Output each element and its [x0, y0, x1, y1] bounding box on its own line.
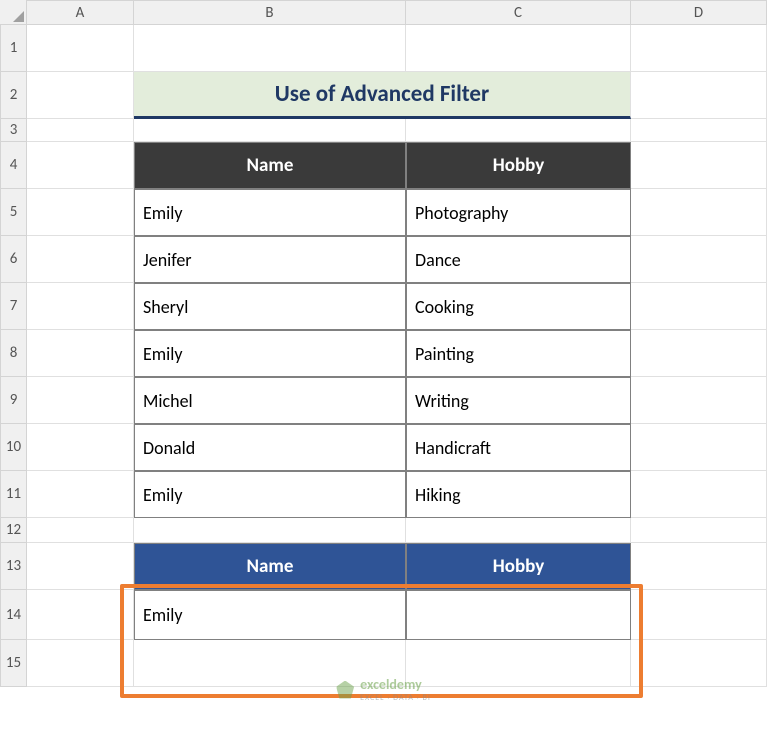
- cell-D2[interactable]: [631, 72, 767, 119]
- table1-header-hobby[interactable]: Hobby: [406, 142, 631, 189]
- cell-A1[interactable]: [27, 25, 134, 72]
- table-row-10-hobby[interactable]: Handicraft: [406, 424, 631, 471]
- page-title[interactable]: Use of Advanced Filter: [134, 72, 631, 119]
- table-row-6-name[interactable]: Jenifer: [134, 236, 406, 283]
- cell-D4[interactable]: [631, 142, 767, 189]
- cell-D8[interactable]: [631, 330, 767, 377]
- table-row-6-hobby[interactable]: Dance: [406, 236, 631, 283]
- cell-B3[interactable]: [134, 119, 406, 142]
- cell-A6[interactable]: [27, 236, 134, 283]
- cell-A11[interactable]: [27, 471, 134, 518]
- cell-D10[interactable]: [631, 424, 767, 471]
- table-row-8-name[interactable]: Emily: [134, 330, 406, 377]
- spreadsheet-grid: A B C D 1 2 3 4 5 6 7 8 9 10 11 12 13 14…: [0, 0, 767, 687]
- col-A[interactable]: A: [27, 0, 134, 25]
- table-row-8-hobby[interactable]: Painting: [406, 330, 631, 377]
- table-row-5-name[interactable]: Emily: [134, 189, 406, 236]
- cell-A3[interactable]: [27, 119, 134, 142]
- cell-A10[interactable]: [27, 424, 134, 471]
- table2-header-hobby[interactable]: Hobby: [406, 543, 631, 590]
- row-14[interactable]: 14: [0, 590, 27, 640]
- table-row-11-hobby[interactable]: Hiking: [406, 471, 631, 518]
- cell-A4[interactable]: [27, 142, 134, 189]
- cell-D1[interactable]: [631, 25, 767, 72]
- cell-A14[interactable]: [27, 590, 134, 640]
- cell-B12[interactable]: [134, 518, 406, 543]
- cell-B15[interactable]: [134, 640, 406, 687]
- cell-C1[interactable]: [406, 25, 631, 72]
- cell-D13[interactable]: [631, 543, 767, 590]
- table-row-9-hobby[interactable]: Writing: [406, 377, 631, 424]
- cell-D15[interactable]: [631, 640, 767, 687]
- row-9[interactable]: 9: [0, 377, 27, 424]
- table2-header-name[interactable]: Name: [134, 543, 406, 590]
- cell-D11[interactable]: [631, 471, 767, 518]
- row-10[interactable]: 10: [0, 424, 27, 471]
- row-7[interactable]: 7: [0, 283, 27, 330]
- cell-D7[interactable]: [631, 283, 767, 330]
- cell-D5[interactable]: [631, 189, 767, 236]
- cell-A5[interactable]: [27, 189, 134, 236]
- cell-C12[interactable]: [406, 518, 631, 543]
- cell-A7[interactable]: [27, 283, 134, 330]
- cell-D3[interactable]: [631, 119, 767, 142]
- row-2[interactable]: 2: [0, 72, 27, 119]
- col-C[interactable]: C: [406, 0, 631, 25]
- row-12[interactable]: 12: [0, 518, 27, 543]
- filter-row-hobby[interactable]: [406, 590, 631, 640]
- table-row-7-hobby[interactable]: Cooking: [406, 283, 631, 330]
- row-15[interactable]: 15: [0, 640, 27, 687]
- col-D[interactable]: D: [631, 0, 767, 25]
- cell-A8[interactable]: [27, 330, 134, 377]
- cell-C3[interactable]: [406, 119, 631, 142]
- cell-A9[interactable]: [27, 377, 134, 424]
- watermark-sub: EXCEL · DATA · BI: [360, 693, 431, 703]
- cell-A2[interactable]: [27, 72, 134, 119]
- table-row-9-name[interactable]: Michel: [134, 377, 406, 424]
- cell-D14[interactable]: [631, 590, 767, 640]
- row-8[interactable]: 8: [0, 330, 27, 377]
- table-row-11-name[interactable]: Emily: [134, 471, 406, 518]
- row-4[interactable]: 4: [0, 142, 27, 189]
- table-row-7-name[interactable]: Sheryl: [134, 283, 406, 330]
- cell-D12[interactable]: [631, 518, 767, 543]
- row-3[interactable]: 3: [0, 119, 27, 142]
- col-B[interactable]: B: [134, 0, 406, 25]
- row-6[interactable]: 6: [0, 236, 27, 283]
- cell-A12[interactable]: [27, 518, 134, 543]
- cell-A15[interactable]: [27, 640, 134, 687]
- table-row-10-name[interactable]: Donald: [134, 424, 406, 471]
- filter-row-name[interactable]: Emily: [134, 590, 406, 640]
- row-13[interactable]: 13: [0, 543, 27, 590]
- row-1[interactable]: 1: [0, 25, 27, 72]
- table-row-5-hobby[interactable]: Photography: [406, 189, 631, 236]
- select-all-corner[interactable]: [0, 0, 27, 25]
- cell-C15[interactable]: [406, 640, 631, 687]
- table1-header-name[interactable]: Name: [134, 142, 406, 189]
- cell-D9[interactable]: [631, 377, 767, 424]
- cell-D6[interactable]: [631, 236, 767, 283]
- cell-A13[interactable]: [27, 543, 134, 590]
- row-11[interactable]: 11: [0, 471, 27, 518]
- cell-B1[interactable]: [134, 25, 406, 72]
- row-5[interactable]: 5: [0, 189, 27, 236]
